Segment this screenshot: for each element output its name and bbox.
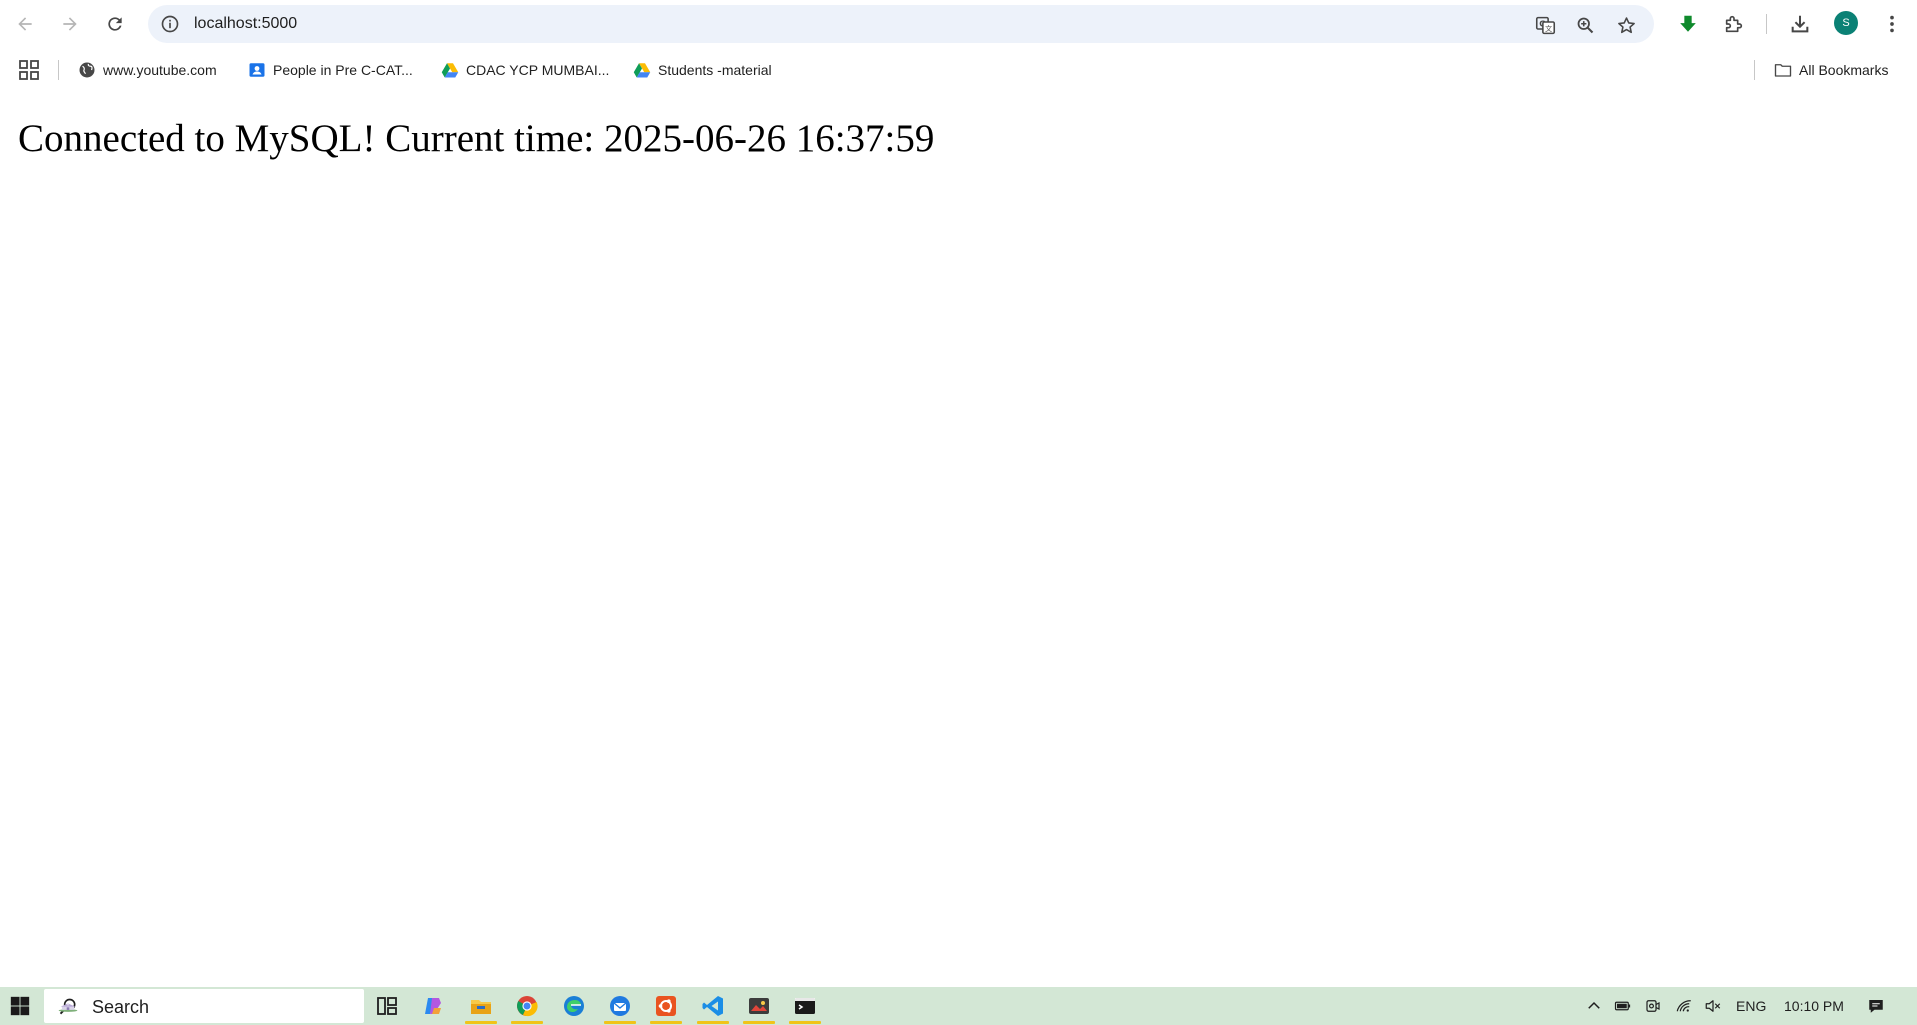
taskbar-photos[interactable] [738,987,780,1025]
bookmark-label: CDAC YCP MUMBAI... [466,62,610,78]
connection-message: Connected to MySQL! Current time: 2025-0… [18,117,935,160]
thunderbird-icon [610,996,630,1016]
zoom-button[interactable] [1572,12,1598,38]
taskbar-thunderbird[interactable] [599,987,641,1025]
chevron-up-icon [1588,1001,1600,1009]
bookmark-label: www.youtube.com [103,62,217,78]
show-hidden-icons-button[interactable] [1584,996,1604,1016]
site-info-icon [161,15,179,33]
bookmark-label: Students -material [658,62,772,78]
translate-button[interactable]: G文 [1532,12,1558,38]
bookmarks-bar: www.youtube.com People in Pre C-CAT... C… [0,48,1917,92]
google-drive-icon [633,63,651,78]
svg-text:文: 文 [1545,24,1552,33]
terminal-icon [795,998,815,1014]
running-indicator [604,1021,636,1024]
windows-logo-icon [10,996,30,1016]
back-button[interactable] [8,7,42,41]
notification-center-icon [1869,1000,1883,1013]
running-indicator [650,1021,682,1024]
tray-wifi[interactable] [1674,996,1694,1016]
more-vert-icon [1890,15,1894,33]
globe-icon [79,62,95,78]
extensions-button[interactable] [1718,8,1750,40]
search-highlight-icon [58,1003,78,1012]
zoom-icon [1577,17,1593,33]
photos-app-icon [749,998,769,1014]
ubuntu-icon [656,996,676,1016]
bookmark-cdac[interactable]: CDAC YCP MUMBAI... [441,58,609,82]
apps-grid-icon[interactable] [18,59,40,81]
bookmarks-divider [58,60,59,80]
running-indicator [465,1021,497,1024]
copilot-icon [425,998,441,1014]
green-download-extension-icon [1680,15,1696,32]
task-view-icon [377,997,397,1015]
toolbar-divider [1766,14,1767,34]
all-bookmarks-label: All Bookmarks [1799,62,1889,78]
taskbar-search[interactable]: Search [44,989,364,1023]
bookmark-people[interactable]: People in Pre C-CAT... [248,58,413,82]
contacts-icon [249,63,265,77]
site-info-button[interactable] [158,12,182,36]
forward-button[interactable] [53,7,87,41]
language-indicator[interactable]: ENG [1736,998,1766,1014]
camera-icon [1646,1000,1660,1012]
tray-camera[interactable] [1643,996,1663,1016]
reload-icon [108,17,122,31]
taskbar-chrome[interactable] [506,987,548,1025]
url-text[interactable]: localhost:5000 [194,15,297,33]
wifi-icon [1676,1000,1691,1012]
downloads-icon [1791,15,1809,33]
page-content: Connected to MySQL! Current time: 2025-0… [0,92,1917,987]
tray-battery[interactable] [1613,996,1633,1016]
downloads-button[interactable] [1784,8,1816,40]
bookmark-label: People in Pre C-CAT... [273,62,413,78]
search-label: Search [92,997,150,1017]
running-indicator [789,1021,821,1024]
browser-menu-button[interactable] [1876,8,1908,40]
file-explorer-icon [471,1000,491,1014]
reload-button[interactable] [98,7,132,41]
extensions-puzzle-icon [1725,15,1743,33]
bookmark-students[interactable]: Students -material [633,58,772,82]
start-button[interactable] [0,987,40,1025]
star-icon [1617,16,1635,33]
bookmark-star-button[interactable] [1613,12,1639,38]
notifications-button[interactable] [1866,996,1886,1016]
tray-volume[interactable] [1703,996,1723,1016]
windows-taskbar: Search ENG 10:10 PM [0,987,1917,1025]
forward-arrow-icon [63,17,77,31]
taskbar-file-explorer[interactable] [460,987,502,1025]
back-arrow-icon [18,17,32,31]
running-indicator [743,1021,775,1024]
battery-icon [1614,1001,1631,1011]
running-indicator [511,1021,543,1024]
volume-muted-icon [1705,1000,1721,1012]
taskbar-terminal[interactable] [784,987,826,1025]
taskbar-task-view[interactable] [366,987,408,1025]
browser-toolbar: localhost:5000 G文 S [0,0,1917,48]
vscode-icon [702,996,723,1016]
profile-avatar[interactable]: S [1834,11,1858,35]
taskbar-vscode[interactable] [692,987,734,1025]
edge-icon [564,996,584,1016]
taskbar-edge[interactable] [553,987,595,1025]
translate-icon: G文 [1535,16,1555,34]
running-indicator [697,1021,729,1024]
clock-time[interactable]: 10:10 PM [1784,998,1844,1014]
folder-icon [1774,64,1792,77]
address-bar[interactable]: localhost:5000 G文 [148,5,1654,43]
google-drive-icon [441,63,459,78]
taskbar-ubuntu[interactable] [645,987,687,1025]
taskbar-copilot[interactable] [412,987,454,1025]
all-bookmarks-button[interactable]: All Bookmarks [1774,58,1888,82]
bookmark-youtube[interactable]: www.youtube.com [78,58,217,82]
bookmarks-divider [1754,60,1755,80]
chrome-icon [517,996,538,1017]
download-extension-button[interactable] [1672,8,1704,40]
